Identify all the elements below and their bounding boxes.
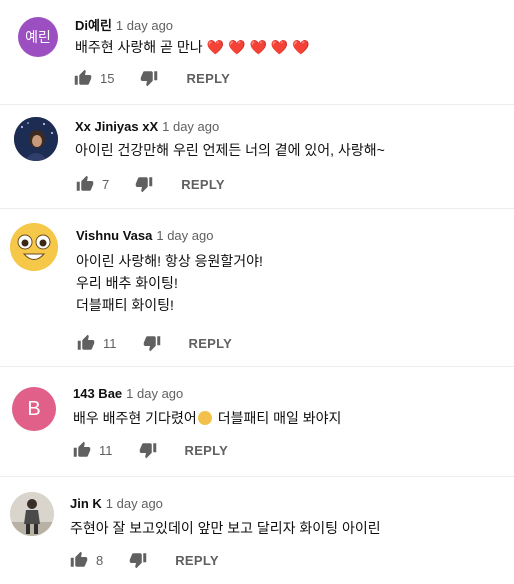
thumbs-up-icon[interactable] xyxy=(74,69,92,87)
thumbs-up-icon[interactable] xyxy=(70,551,88,569)
comment-item: Xx Jiniyas xX 1 day ago 아이린 건강만해 우린 언제든 너… xyxy=(0,104,514,208)
thumbs-down-icon[interactable] xyxy=(139,441,157,459)
reply-button[interactable]: REPLY xyxy=(175,553,219,568)
comment-text-line: 배주현 사랑해 곧 만나 xyxy=(75,39,203,55)
comment-timestamp[interactable]: 1 day ago xyxy=(126,386,183,401)
like-count: 11 xyxy=(103,335,117,351)
thumbs-up-icon[interactable] xyxy=(73,441,91,459)
avatar-emoji-face xyxy=(10,223,58,271)
avatar-photo xyxy=(10,492,54,536)
comment-text: 배우 배주현 기다렸어 더블패티 매일 봐야지 xyxy=(73,408,341,428)
smiling-face-emoji xyxy=(197,411,212,425)
reply-button[interactable]: REPLY xyxy=(185,443,229,458)
thumbs-down-icon[interactable] xyxy=(143,334,161,352)
like-count: 11 xyxy=(99,442,113,458)
comment-timestamp[interactable]: 1 day ago xyxy=(106,496,163,511)
thumbs-up-icon[interactable] xyxy=(77,334,95,352)
avatar[interactable]: 예린 xyxy=(18,17,58,57)
heart-emoji: ❤️ xyxy=(206,39,225,55)
avatar-photo xyxy=(14,117,58,161)
avatar[interactable]: B xyxy=(12,387,56,431)
comment-author[interactable]: Di예린 xyxy=(75,18,112,33)
reply-button[interactable]: REPLY xyxy=(186,71,230,86)
avatar[interactable] xyxy=(10,492,54,536)
reply-button[interactable]: REPLY xyxy=(181,177,225,192)
comment-author[interactable]: Vishnu Vasa xyxy=(76,228,152,243)
comment-timestamp[interactable]: 1 day ago xyxy=(116,18,173,33)
comment-timestamp[interactable]: 1 day ago xyxy=(156,228,213,243)
comment-text-line: 더블패티 화이팅! xyxy=(76,297,174,313)
reply-button[interactable]: REPLY xyxy=(189,336,233,351)
comment-text-line: 아이린 사랑해! 항상 응원할거야! xyxy=(76,253,263,269)
comment-text-line: 주현아 잘 보고있데이 앞만 보고 달리자 화이팅 아이린 xyxy=(70,520,381,536)
comment-text: 아이린 사랑해! 항상 응원할거야! 우리 배추 화이팅! 더블패티 화이팅! xyxy=(76,251,263,317)
comment-text-line: 배우 배주현 기다렸어 xyxy=(73,410,197,426)
like-count: 7 xyxy=(102,176,110,192)
comment-author[interactable]: 143 Bae xyxy=(73,386,122,401)
heart-emoji: ❤️ xyxy=(249,39,267,55)
heart-emoji: ❤️ xyxy=(228,39,246,55)
comment-item: Jin K 1 day ago 주현아 잘 보고있데이 앞만 보고 달리자 화이팅… xyxy=(0,476,514,584)
avatar-initials: B xyxy=(27,397,41,420)
comment-text: 아이린 건강만해 우린 언제든 너의 곁에 있어, 사랑해~ xyxy=(75,140,385,160)
heart-emoji: ❤️ xyxy=(270,39,289,55)
comment-text-line: 우리 배추 화이팅! xyxy=(76,275,178,291)
comment-item: 예린 Di예린 1 day ago 배주현 사랑해 곧 만나 ❤️ ❤️ ❤️ ❤️ ❤️ … xyxy=(0,0,514,104)
like-count: 8 xyxy=(96,552,104,568)
thumbs-down-icon[interactable] xyxy=(140,69,158,87)
comment-item: B 143 Bae 1 day ago 배우 배주현 기다렸어 더블패티 매일 봐야… xyxy=(0,366,514,476)
comment-text: 주현아 잘 보고있데이 앞만 보고 달리자 화이팅 아이린 xyxy=(70,518,381,538)
thumbs-up-icon[interactable] xyxy=(76,175,94,193)
avatar[interactable] xyxy=(14,117,58,161)
thumbs-down-icon[interactable] xyxy=(135,175,153,193)
comment-author[interactable]: Jin K xyxy=(70,496,102,511)
comment-timestamp[interactable]: 1 day ago xyxy=(162,119,219,134)
avatar[interactable] xyxy=(10,223,58,271)
avatar-initials: 예린 xyxy=(25,29,51,45)
comment-text: 배주현 사랑해 곧 만나 ❤️ ❤️ ❤️ ❤️ ❤️ xyxy=(75,37,310,57)
thumbs-down-icon[interactable] xyxy=(129,551,147,569)
comment-author[interactable]: Xx Jiniyas xX xyxy=(75,119,158,134)
comment-text-line: 아이린 건강만해 우린 언제든 너의 곁에 있어, 사랑해~ xyxy=(75,142,385,158)
like-count: 15 xyxy=(100,70,115,86)
comment-item: Vishnu Vasa 1 day ago 아이린 사랑해! 항상 응원할거야! … xyxy=(0,208,514,366)
heart-emoji: ❤️ xyxy=(292,39,310,55)
comment-text-line: 더블패티 매일 봐야지 xyxy=(217,410,342,426)
